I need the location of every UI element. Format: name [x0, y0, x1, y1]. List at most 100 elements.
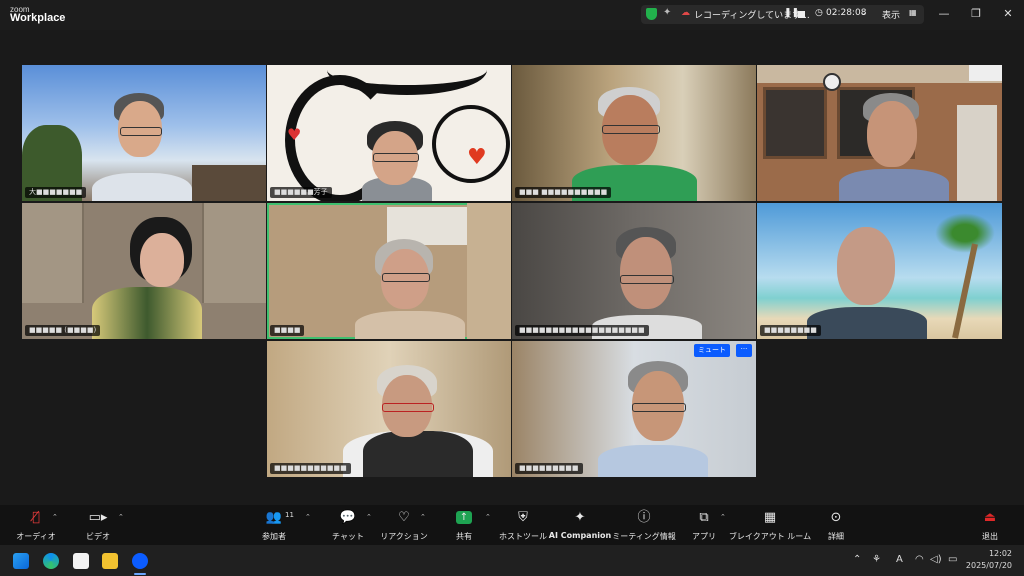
host-shield-icon: ⛨ — [518, 510, 528, 525]
microsoft-store-icon[interactable] — [73, 553, 89, 569]
reactions-label: リアクション — [380, 532, 428, 541]
participant-face — [140, 233, 184, 287]
logo-bottom: Workplace — [10, 12, 66, 24]
meeting-info-label: ミーティング情報 — [612, 532, 676, 541]
mute-participant-button[interactable]: ミュート — [694, 344, 730, 357]
video-tile[interactable] — [757, 65, 1002, 201]
glasses — [120, 127, 162, 136]
air-conditioner — [969, 65, 1002, 81]
cloud-record-icon: ☁ — [681, 8, 690, 18]
cabinet-door — [22, 203, 84, 303]
temple-roof — [192, 165, 266, 201]
taskbar-date[interactable]: 2025/07/20 — [962, 561, 1012, 570]
reactions-button[interactable]: ♡ リアクション — [380, 505, 428, 545]
apps-caret-icon[interactable]: ⌃ — [720, 513, 726, 521]
breakout-rooms-label: ブレイクアウト ルーム — [728, 532, 812, 541]
video-tile-active-speaker[interactable]: ■■■■ — [267, 203, 511, 339]
video-tile[interactable]: ■■■ ■■■■■■■■■■ — [512, 65, 756, 201]
participants-caret-icon[interactable]: ⌃ — [305, 513, 311, 521]
participant-name-label: ■■■■■■■■ — [760, 325, 821, 336]
chat-caret-icon[interactable]: ⌃ — [366, 513, 372, 521]
video-tile[interactable]: 大■■■■■■■ — [22, 65, 266, 201]
video-tile[interactable]: ミュート ··· ■■■■■■■■■ — [512, 341, 756, 477]
participant-body — [355, 311, 465, 339]
share-screen-icon: ↑ — [456, 511, 472, 524]
leave-door-icon: ⏏ — [983, 510, 997, 525]
close-icon[interactable]: ✕ — [1000, 7, 1016, 20]
recording-pill[interactable]: ✦ ☁ レコーディングしています... ❚❚ ◷ 02:28:08 ⌄ 表示 ▦ — [641, 5, 924, 24]
smiley-drawing — [432, 105, 510, 183]
chevron-down-icon[interactable]: ⌄ — [860, 8, 867, 17]
glasses — [382, 273, 430, 282]
breakout-rooms-button[interactable]: ▦ ブレイクアウト ルーム — [729, 505, 811, 545]
view-grid-icon[interactable]: ▦ — [909, 8, 917, 17]
chat-button[interactable]: 💬 チャット — [330, 505, 366, 545]
audio-caret-icon[interactable]: ⌃ — [52, 513, 58, 521]
more-options-button[interactable]: ··· — [736, 344, 752, 357]
palm-leaves — [935, 213, 995, 253]
ai-sparkle-icon[interactable]: ✦ — [663, 7, 671, 18]
reactions-caret-icon[interactable]: ⌃ — [420, 513, 426, 521]
wall-clock-icon — [823, 73, 841, 91]
ime-indicator[interactable]: A — [896, 554, 903, 565]
info-icon: ⓘ — [637, 510, 651, 525]
taskbar-clock[interactable]: 12:02 — [982, 549, 1012, 558]
chat-label: チャット — [332, 532, 364, 541]
zoom-app-icon[interactable] — [132, 553, 148, 569]
participant-name-label: ■■■■■■■■■ — [515, 463, 583, 474]
apps-button[interactable]: ⧉ アプリ — [686, 505, 722, 545]
video-button[interactable]: ▭▸ ビデオ — [80, 505, 116, 545]
windows-start-icon[interactable] — [13, 553, 29, 569]
video-tile[interactable]: ■■■■■■■■ — [757, 203, 1002, 339]
speaker-icon[interactable]: ◁) — [930, 554, 942, 565]
share-caret-icon[interactable]: ⌃ — [485, 513, 491, 521]
share-button[interactable]: ↑ 共有 — [446, 505, 482, 545]
participant-body — [92, 287, 202, 339]
participant-name-label: 大■■■■■■■ — [25, 187, 87, 198]
participant-body — [839, 169, 949, 201]
video-caret-icon[interactable]: ⌃ — [118, 513, 124, 521]
leave-button[interactable]: ⏏ 退出 — [972, 505, 1008, 545]
pause-recording-icon[interactable]: ❚❚ — [784, 8, 799, 18]
breakout-rooms-icon: ▦ — [763, 510, 777, 525]
video-camera-icon: ▭▸ — [88, 510, 108, 525]
participants-icon: 👥 — [265, 510, 283, 525]
file-explorer-icon[interactable] — [102, 553, 118, 569]
stop-recording-icon[interactable] — [798, 11, 805, 18]
glasses — [632, 403, 686, 412]
edge-browser-icon[interactable] — [43, 553, 59, 569]
participant-body — [92, 173, 192, 201]
participants-label: 参加者 — [262, 532, 286, 541]
participant-face — [620, 237, 672, 309]
participant-name-label: ■■■■■■■■■■■■■■■■■■■ — [515, 325, 649, 336]
restore-icon[interactable]: ❐ — [968, 7, 984, 20]
view-button[interactable]: 表示 — [882, 8, 900, 21]
wifi-icon[interactable]: ◠ — [915, 554, 924, 565]
more-button[interactable]: ⊙ 詳細 — [818, 505, 854, 545]
meeting-info-button[interactable]: ⓘ ミーティング情報 — [612, 505, 676, 545]
video-tile[interactable]: ■■■■■■■■■■■ — [267, 341, 511, 477]
tray-overflow-icon[interactable]: ⌃ — [853, 554, 861, 565]
participant-face — [837, 227, 895, 305]
ceiling — [757, 65, 1002, 83]
minimize-icon[interactable]: — — [936, 7, 952, 20]
audio-label: オーディオ — [16, 532, 56, 541]
title-bar: zoom Workplace ✦ ☁ レコーディングしています... ❚❚ ◷ … — [0, 0, 1024, 30]
apps-label: アプリ — [692, 532, 716, 541]
video-tile[interactable]: ■■■■■ (■■■■) — [22, 203, 266, 339]
participants-button[interactable]: 👥 11 参加者 — [256, 505, 294, 545]
meeting-controls-bar: 🎙̸ オーディオ ⌃ ▭▸ ビデオ ⌃ 👥 11 参加者 ⌃ 💬 チャット ⌃ … — [0, 505, 1024, 545]
participant-body — [807, 307, 927, 339]
active-app-indicator — [134, 573, 146, 575]
ai-companion-button[interactable]: ✦ AI Companion — [549, 505, 611, 545]
security-shield-icon[interactable] — [646, 8, 657, 20]
battery-icon[interactable]: ▭ — [948, 554, 957, 565]
audio-button[interactable]: 🎙̸ オーディオ — [16, 505, 56, 545]
video-tile[interactable]: ♥ ♥ ■■■■■■芳子 — [267, 65, 511, 201]
video-tile[interactable]: ■■■■■■■■■■■■■■■■■■■ — [512, 203, 756, 339]
tray-app-icon[interactable]: ⚘ — [872, 554, 881, 565]
video-label: ビデオ — [86, 532, 110, 541]
cabinet-door — [202, 203, 266, 303]
glasses — [602, 125, 660, 134]
host-tools-button[interactable]: ⛨ ホストツール — [499, 505, 547, 545]
